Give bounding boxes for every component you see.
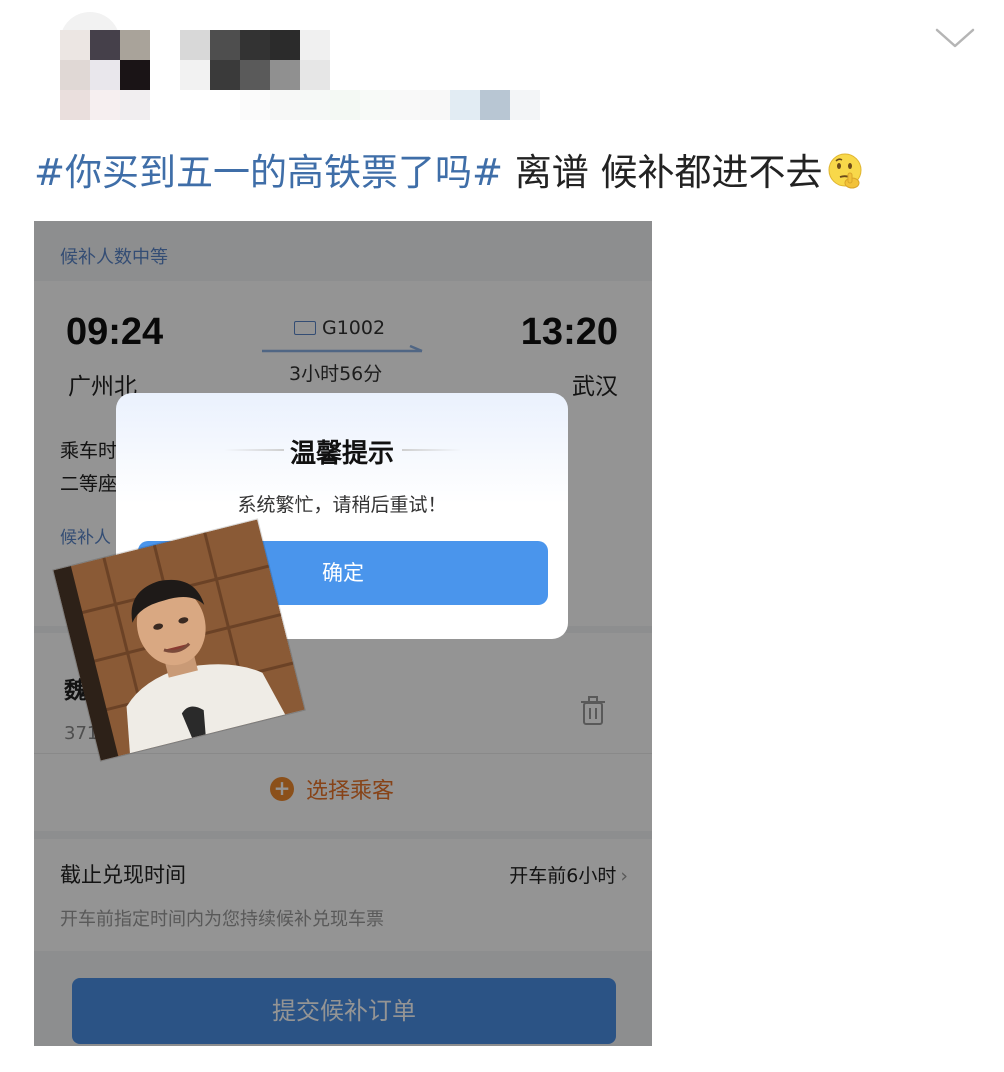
hashtag-link[interactable]: #你买到五一的高铁票了吗# [34,151,503,194]
post-body-text: 离谱 候补都进不去 [503,151,823,194]
thinking-face-icon [828,153,862,189]
censored-post-meta [240,90,540,120]
title-decoration-right [402,449,462,451]
chevron-down-icon[interactable] [934,22,976,52]
dialog-message: 系统繁忙，请稍后重试！ [237,494,447,516]
post-text: #你买到五一的高铁票了吗# 离谱 候补都进不去 [34,148,984,198]
censored-username [60,30,150,120]
dialog-title: 温馨提示 [289,439,394,469]
censored-username-2 [180,30,330,90]
